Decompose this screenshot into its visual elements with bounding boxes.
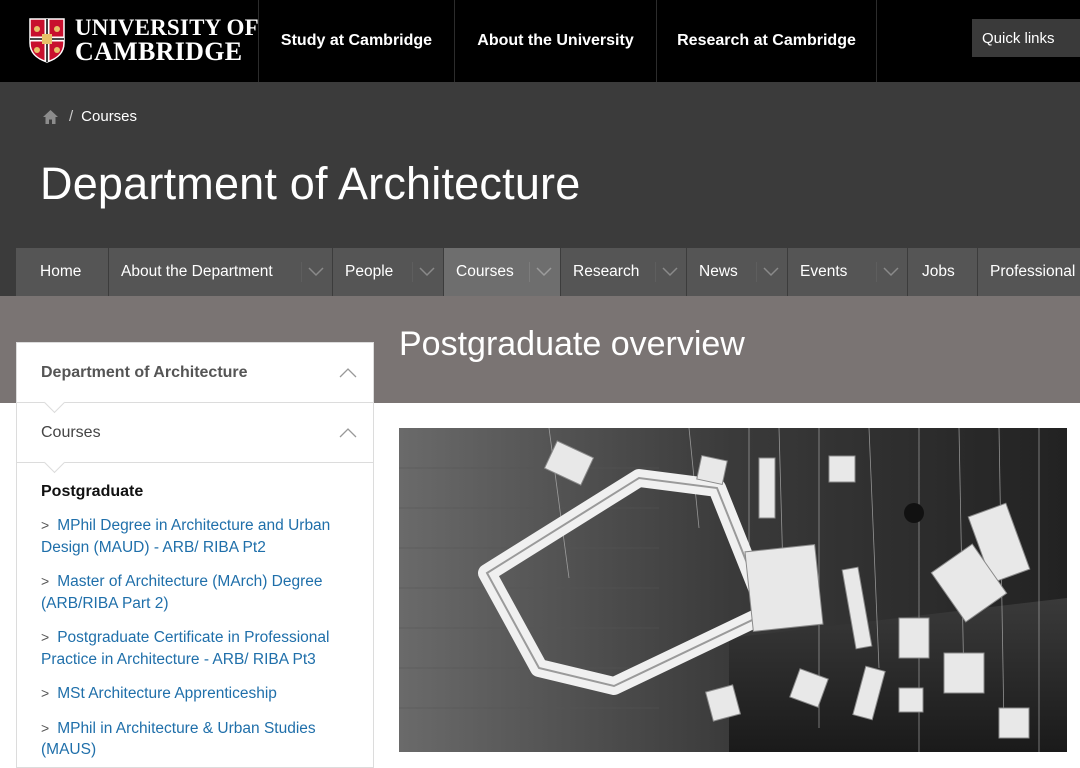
chevron-down-icon[interactable] <box>763 265 779 277</box>
hero-image <box>399 428 1067 752</box>
page-title: Postgraduate overview <box>399 325 745 363</box>
sidebar-link-pgcert[interactable]: > Postgraduate Certificate in Professiona… <box>41 627 349 670</box>
dept-nav-news[interactable]: News <box>687 248 788 296</box>
dept-nav-courses-label: Courses <box>456 263 514 280</box>
dept-nav-about-label: About the Department <box>121 263 273 280</box>
dept-nav-about[interactable]: About the Department <box>109 248 333 296</box>
department-title[interactable]: Department of Architecture <box>40 158 580 210</box>
sidebar-link-label: Master of Architecture (MArch) Degree (A… <box>41 573 323 612</box>
chevron-down-icon[interactable] <box>883 265 899 277</box>
sidebar-department-label: Department of Architecture <box>41 363 248 381</box>
chevron-down-icon[interactable] <box>662 265 678 277</box>
sidebar-link-mst[interactable]: > MSt Architecture Apprenticeship <box>41 683 349 705</box>
crest-icon <box>29 18 65 63</box>
department-nav: Home About the Department People Courses… <box>16 248 1080 296</box>
chevron-right-icon: > <box>41 517 50 533</box>
sidebar-link-label: MSt Architecture Apprenticeship <box>57 685 277 702</box>
chevron-down-icon[interactable] <box>419 265 435 277</box>
topnav-study[interactable]: Study at Cambridge <box>258 0 454 82</box>
sidebar-section-heading: Postgraduate <box>41 483 144 500</box>
sidebar-link-march[interactable]: > Master of Architecture (MArch) Degree (… <box>41 571 349 614</box>
dept-nav-jobs[interactable]: Jobs <box>908 248 978 296</box>
chevron-down-icon[interactable] <box>308 265 324 277</box>
section-sidebar: Department of Architecture Courses Postg… <box>16 342 374 768</box>
sidebar-courses-label: Courses <box>41 423 101 441</box>
dept-nav-events[interactable]: Events <box>788 248 908 296</box>
sidebar-link-label: Postgraduate Certificate in Professional… <box>41 629 330 668</box>
dept-nav-home-label: Home <box>40 263 82 280</box>
sidebar-courses-link[interactable]: Courses <box>17 403 373 474</box>
dept-nav-courses[interactable]: Courses <box>444 248 561 296</box>
sidebar-link-maud[interactable]: > MPhil Degree in Architecture and Urban … <box>41 515 349 558</box>
breadcrumb-courses[interactable]: Courses <box>81 108 137 125</box>
topnav-about-university[interactable]: About the University <box>454 0 656 82</box>
university-logo[interactable]: UNIVERSITY OF CAMBRIDGE <box>28 14 259 66</box>
chevron-right-icon: > <box>41 685 50 701</box>
logo-line-2: CAMBRIDGE <box>75 37 243 66</box>
chevron-right-icon: > <box>41 573 50 589</box>
dept-nav-professional[interactable]: Professional <box>978 248 1080 296</box>
home-icon[interactable] <box>42 109 59 125</box>
dept-nav-people-label: People <box>345 263 394 280</box>
chevron-down-icon[interactable] <box>536 265 552 277</box>
dept-nav-events-label: Events <box>800 263 848 280</box>
breadcrumb: / Courses <box>42 108 137 125</box>
sidebar-link-maus[interactable]: > MPhil in Architecture & Urban Studies (… <box>41 718 349 761</box>
chevron-up-icon[interactable] <box>339 367 357 378</box>
chevron-right-icon: > <box>41 629 50 645</box>
topnav-research[interactable]: Research at Cambridge <box>656 0 877 82</box>
sidebar-link-label: MPhil in Architecture & Urban Studies (M… <box>41 719 316 759</box>
dept-nav-research[interactable]: Research <box>561 248 687 296</box>
sidebar-link-list: > MPhil Degree in Architecture and Urban … <box>17 501 373 761</box>
breadcrumb-separator: / <box>69 108 74 125</box>
chevron-right-icon: > <box>41 719 50 736</box>
dept-nav-news-label: News <box>699 263 738 280</box>
quick-links-button[interactable]: Quick links <box>972 19 1080 57</box>
architecture-models-photo <box>399 428 1067 752</box>
dept-nav-people[interactable]: People <box>333 248 444 296</box>
dept-nav-professional-label: Professional <box>990 263 1076 280</box>
dept-nav-research-label: Research <box>573 263 640 280</box>
dept-nav-jobs-label: Jobs <box>922 263 955 280</box>
university-header: UNIVERSITY OF CAMBRIDGE Study at Cambrid… <box>0 0 1080 82</box>
sidebar-department-link[interactable]: Department of Architecture <box>17 343 373 414</box>
sidebar-link-label: MPhil Degree in Architecture and Urban D… <box>41 517 331 556</box>
dept-nav-home[interactable]: Home <box>16 248 109 296</box>
chevron-up-icon[interactable] <box>339 427 357 438</box>
